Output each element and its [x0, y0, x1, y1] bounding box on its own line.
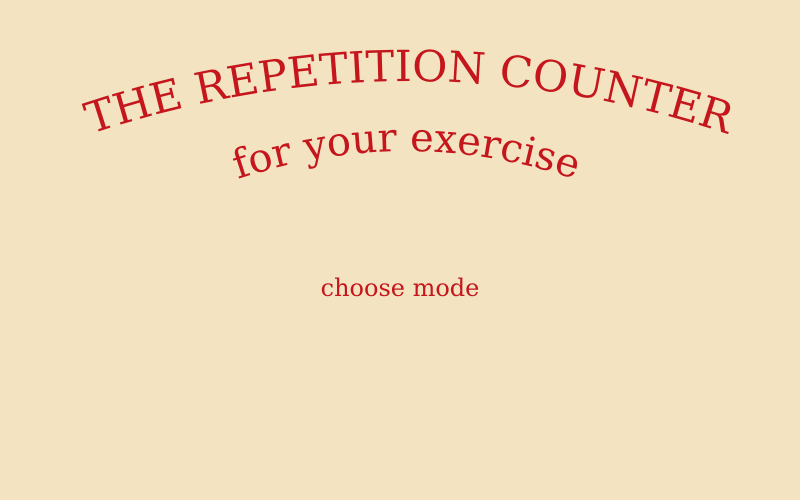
- title-art: THE REPETITION COUNTER for your exercise: [79, 42, 740, 189]
- app-subtitle: for your exercise: [227, 115, 586, 189]
- app-title: THE REPETITION COUNTER: [79, 42, 740, 145]
- choose-mode-button[interactable]: choose mode: [0, 272, 800, 304]
- repetition-counter-screen: THE REPETITION COUNTER for your exercise…: [0, 0, 800, 500]
